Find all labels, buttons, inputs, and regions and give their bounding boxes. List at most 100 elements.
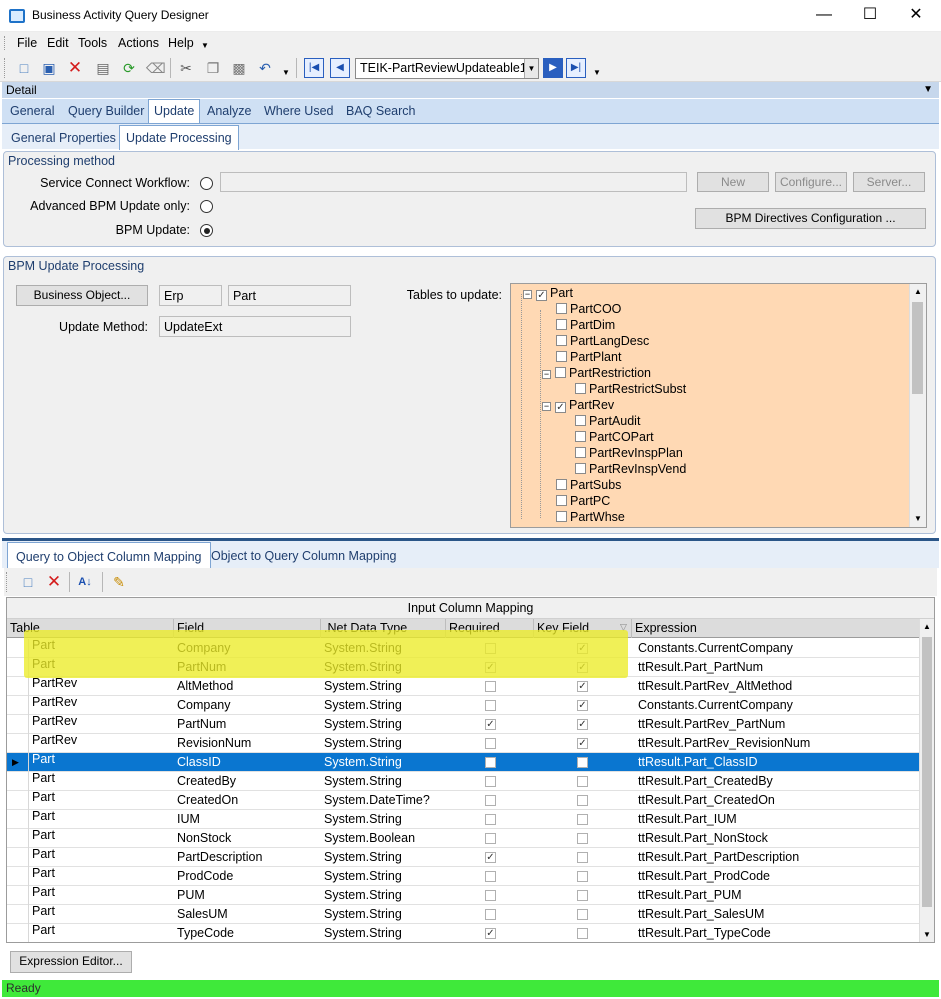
tree-node[interactable]: PartCOO [556, 301, 621, 317]
cell-table[interactable]: Part [29, 788, 174, 807]
tab-baq-search[interactable]: BAQ Search [346, 104, 415, 118]
tree-node[interactable]: PartRevInspPlan [575, 445, 683, 461]
cell-net-type[interactable]: System.String [321, 886, 446, 905]
cell-expression[interactable]: Constants.CurrentCompany [635, 639, 919, 658]
last-record-icon[interactable]: ▶| [566, 58, 586, 78]
row-selector[interactable] [7, 886, 29, 905]
cell-net-type[interactable]: System.String [321, 867, 446, 886]
cell-field[interactable]: AltMethod [174, 677, 321, 696]
bo-namespace-field[interactable]: Erp [159, 285, 222, 306]
tree-checkbox[interactable] [556, 479, 567, 490]
row-selector[interactable] [7, 715, 29, 734]
business-object-button[interactable]: Business Object... [16, 285, 148, 306]
tree-checkbox[interactable] [575, 447, 586, 458]
tree-checkbox[interactable] [556, 335, 567, 346]
cell-field[interactable]: NonStock [174, 829, 321, 848]
row-selector[interactable]: ▶ [7, 753, 29, 772]
collapse-icon[interactable]: − [523, 290, 532, 299]
cell-field[interactable]: PUM [174, 886, 321, 905]
tree-checkbox[interactable]: ✓ [555, 402, 566, 413]
cell-expression[interactable]: ttResult.Part_IUM [635, 810, 919, 829]
row-selector[interactable] [7, 810, 29, 829]
close-icon[interactable]: ✕ [893, 0, 939, 32]
menu-help[interactable]: Help [168, 36, 194, 50]
cell-net-type[interactable]: System.String [321, 905, 446, 924]
tab-object-to-query[interactable]: Object to Query Column Mapping [211, 549, 397, 563]
cell-expression[interactable]: ttResult.PartRev_AltMethod [635, 677, 919, 696]
tree-checkbox[interactable] [556, 303, 567, 314]
tree-checkbox[interactable] [556, 495, 567, 506]
cell-field[interactable]: CreatedBy [174, 772, 321, 791]
menu-file[interactable]: File [17, 36, 37, 50]
key-field-checkbox[interactable] [577, 776, 588, 787]
key-field-checkbox[interactable]: ✓ [577, 719, 588, 730]
tab-update-processing[interactable]: Update Processing [119, 125, 239, 150]
key-field-checkbox[interactable] [577, 757, 588, 768]
tab-update[interactable]: Update [148, 99, 201, 124]
tree-checkbox[interactable] [556, 351, 567, 362]
tree-node[interactable]: PartPlant [556, 349, 621, 365]
required-checkbox[interactable]: ✓ [485, 928, 496, 939]
bpm-update-radio[interactable] [200, 224, 213, 237]
cell-table[interactable]: Part [29, 769, 174, 788]
cell-expression[interactable]: ttResult.Part_NonStock [635, 829, 919, 848]
server-button[interactable]: Server... [853, 172, 925, 192]
tree-checkbox[interactable] [575, 431, 586, 442]
tree-node[interactable]: PartDim [556, 317, 615, 333]
tree-node[interactable]: PartWhse [556, 509, 625, 525]
key-field-checkbox[interactable] [577, 795, 588, 806]
cell-net-type[interactable]: System.String [321, 734, 446, 753]
scroll-up-icon[interactable]: ▲ [923, 622, 931, 631]
cell-field[interactable]: RevisionNum [174, 734, 321, 753]
tree-checkbox[interactable] [555, 367, 566, 378]
cell-expression[interactable]: ttResult.Part_ClassID [635, 753, 919, 772]
required-checkbox[interactable] [485, 700, 496, 711]
save-icon[interactable]: ▣ [40, 59, 58, 77]
cell-field[interactable]: SalesUM [174, 905, 321, 924]
menu-tools[interactable]: Tools [78, 36, 107, 50]
cell-table[interactable]: Part [29, 864, 174, 883]
cell-expression[interactable]: Constants.CurrentCompany [635, 696, 919, 715]
chevron-down-icon[interactable]: ▼ [524, 59, 538, 78]
paste-icon[interactable]: ▩ [230, 59, 248, 77]
tree-checkbox[interactable]: ✓ [536, 290, 547, 301]
advanced-bpm-radio[interactable] [200, 200, 213, 213]
tables-tree[interactable]: − ✓ Part PartCOO PartDim PartLangDesc PartPlan… [510, 283, 927, 528]
row-selector[interactable] [7, 677, 29, 696]
attach-icon[interactable]: ▤ [94, 59, 112, 77]
workflow-field[interactable] [220, 172, 687, 192]
service-connect-radio[interactable] [200, 177, 213, 190]
scroll-down-icon[interactable]: ▼ [914, 514, 922, 523]
row-selector[interactable] [7, 924, 29, 942]
cell-net-type[interactable]: System.String [321, 810, 446, 829]
required-checkbox[interactable] [485, 757, 496, 768]
tree-node[interactable]: − ✓ Part [523, 285, 573, 301]
cell-net-type[interactable]: System.String [321, 753, 446, 772]
required-checkbox[interactable] [485, 833, 496, 844]
cell-field[interactable]: Company [174, 696, 321, 715]
cell-net-type[interactable]: System.String [321, 696, 446, 715]
cut-icon[interactable]: ✂ [177, 59, 195, 77]
tab-analyze[interactable]: Analyze [207, 104, 251, 118]
required-checkbox[interactable]: ✓ [485, 852, 496, 863]
configure-button[interactable]: Configure... [775, 172, 847, 192]
copy-icon[interactable]: ❐ [204, 59, 222, 77]
row-selector[interactable] [7, 791, 29, 810]
new-icon[interactable]: □ [15, 59, 33, 77]
cell-field[interactable]: ClassID [174, 753, 321, 772]
clear-icon[interactable]: ⌫ [146, 59, 166, 77]
key-field-checkbox[interactable] [577, 814, 588, 825]
refresh-icon[interactable]: ⟳ [120, 59, 138, 77]
row-selector[interactable] [7, 772, 29, 791]
undo-icon[interactable]: ↶ [256, 59, 274, 77]
cell-field[interactable]: TypeCode [174, 924, 321, 942]
cell-expression[interactable]: ttResult.PartRev_PartNum [635, 715, 919, 734]
cell-table[interactable]: Part [29, 902, 174, 921]
tab-general-properties[interactable]: General Properties [11, 131, 116, 145]
cell-table[interactable]: Part [29, 750, 174, 769]
row-selector[interactable] [7, 867, 29, 886]
menu-edit[interactable]: Edit [47, 36, 69, 50]
key-field-checkbox[interactable] [577, 871, 588, 882]
row-selector[interactable] [7, 696, 29, 715]
cell-table[interactable]: Part [29, 807, 174, 826]
